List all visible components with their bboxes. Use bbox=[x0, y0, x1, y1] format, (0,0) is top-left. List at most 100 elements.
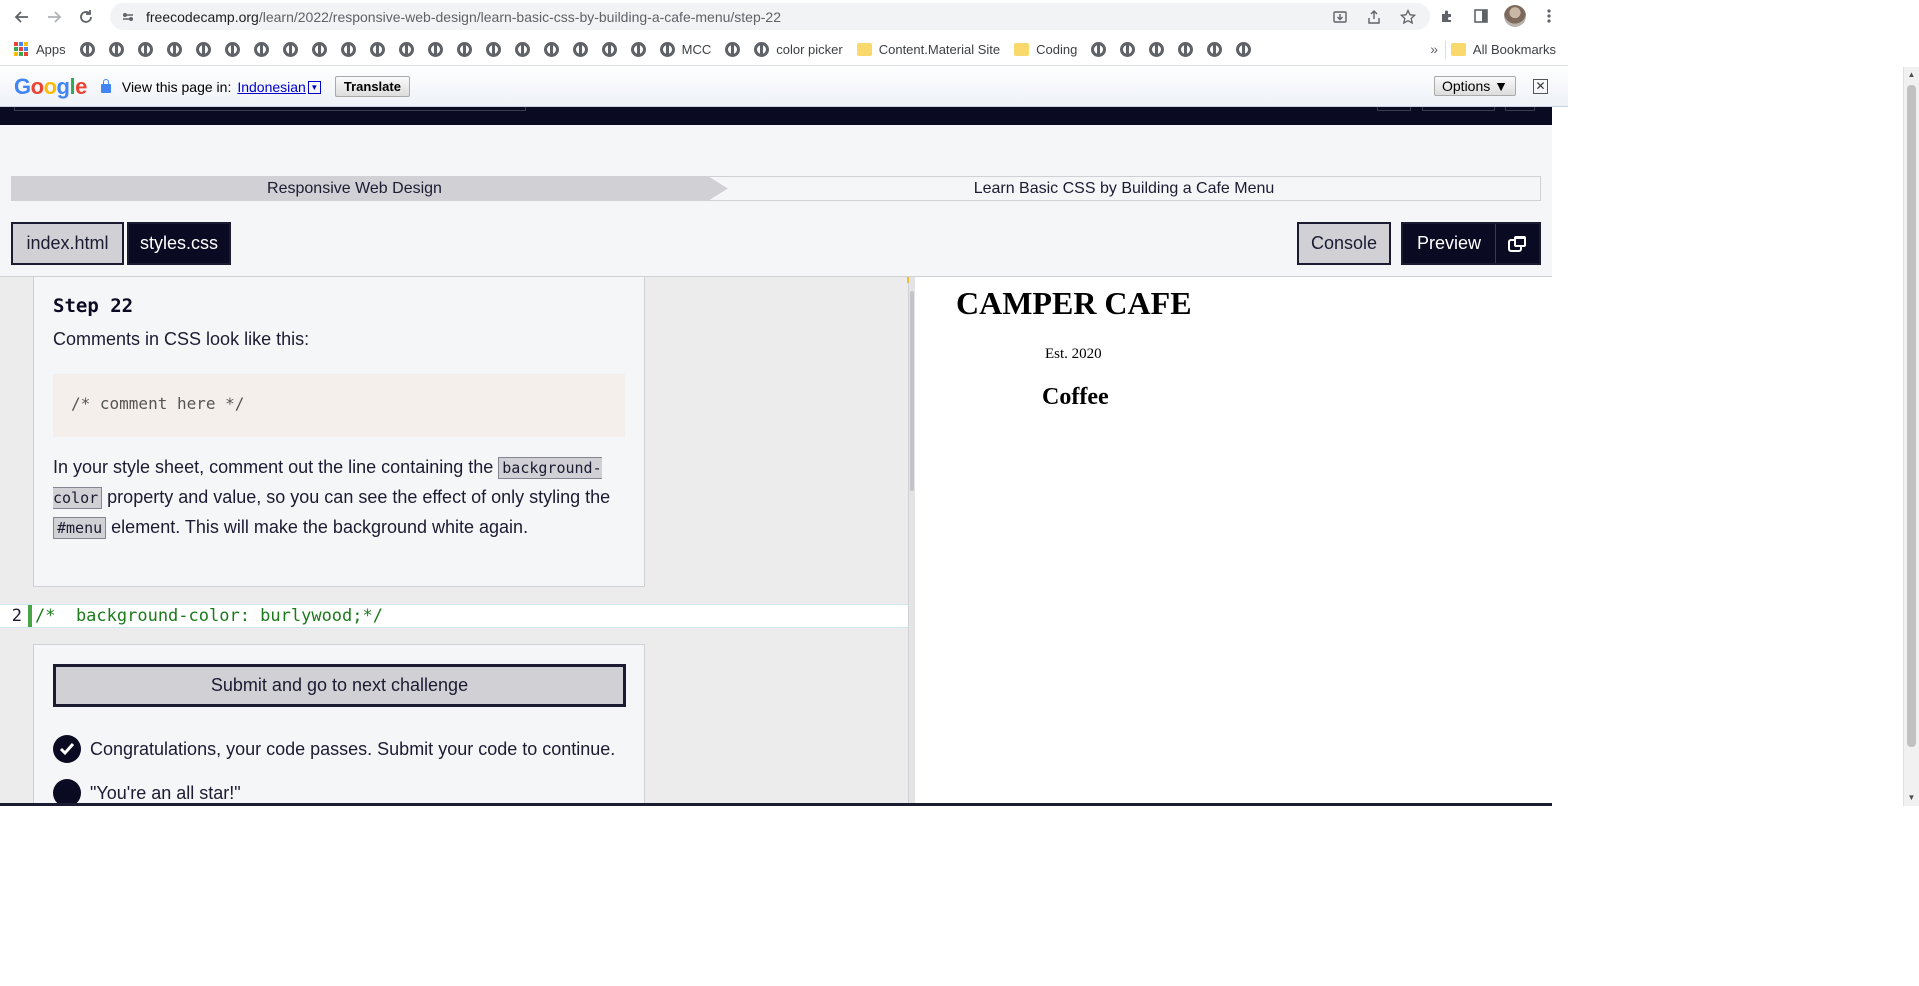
bookmark-item[interactable] bbox=[340, 41, 356, 57]
globe-icon bbox=[659, 41, 675, 57]
site-info-icon[interactable] bbox=[120, 9, 136, 25]
bookmark-item[interactable] bbox=[1207, 41, 1223, 57]
bookmark-item[interactable] bbox=[195, 41, 211, 57]
bookmark-item[interactable] bbox=[725, 41, 741, 57]
translate-options-button[interactable]: Options ▼ bbox=[1434, 76, 1516, 96]
code-editor-line[interactable]: 2 /* background-color: burlywood;*/ bbox=[0, 604, 908, 628]
bookmark-item[interactable] bbox=[311, 41, 327, 57]
bookmark-star-icon[interactable] bbox=[1398, 7, 1418, 27]
bookmark-item[interactable] bbox=[601, 41, 617, 57]
bookmark-item[interactable] bbox=[369, 41, 385, 57]
bookmark-item[interactable] bbox=[630, 41, 646, 57]
bookmark-item[interactable] bbox=[1091, 41, 1107, 57]
apps-grid-icon bbox=[14, 42, 28, 56]
bookmark-item[interactable] bbox=[456, 41, 472, 57]
bookmark-content-material-label: Content.Material Site bbox=[878, 41, 1001, 57]
bookmark-item[interactable] bbox=[1149, 41, 1165, 57]
bookmark-item[interactable] bbox=[282, 41, 298, 57]
quote-message: "You're an all star!" bbox=[53, 779, 625, 806]
bookmark-item[interactable] bbox=[572, 41, 588, 57]
tab-index-html[interactable]: index.html bbox=[11, 222, 124, 265]
nav-button-stub bbox=[1377, 107, 1411, 111]
challenge-instructions: Step 22 Comments in CSS look like this: … bbox=[33, 277, 645, 587]
translate-button[interactable]: Translate bbox=[334, 76, 410, 97]
bookmark-mcc[interactable]: MCC bbox=[659, 41, 711, 57]
bookmark-item[interactable] bbox=[543, 41, 559, 57]
instructions-text: element. This will make the background w… bbox=[111, 517, 529, 537]
breadcrumb-block[interactable]: Learn Basic CSS by Building a Cafe Menu bbox=[708, 176, 1541, 201]
preview-title: CAMPER CAFE bbox=[956, 285, 1192, 321]
bookmark-item[interactable] bbox=[1236, 41, 1252, 57]
bookmark-coding[interactable]: Coding bbox=[1014, 42, 1077, 57]
globe-icon bbox=[1207, 41, 1223, 57]
share-icon[interactable] bbox=[1364, 7, 1384, 27]
pass-message: Congratulations, your code passes. Submi… bbox=[53, 735, 625, 763]
back-button[interactable] bbox=[6, 1, 38, 33]
bookmark-item[interactable] bbox=[79, 41, 95, 57]
preview-established: Est. 2020 bbox=[1045, 346, 1102, 362]
url-host: freecodecamp.org bbox=[146, 8, 259, 25]
tab-index-label: index.html bbox=[26, 233, 109, 253]
globe-icon bbox=[224, 41, 240, 57]
globe-icon bbox=[543, 41, 559, 57]
globe-icon bbox=[754, 41, 770, 57]
globe-icon bbox=[1120, 41, 1136, 57]
url-text: freecodecamp.org/learn/2022/responsive-w… bbox=[146, 9, 781, 25]
globe-icon bbox=[1236, 41, 1252, 57]
breadcrumb: Responsive Web Design Learn Basic CSS by… bbox=[11, 176, 1541, 201]
popout-preview-icon[interactable] bbox=[1495, 224, 1539, 263]
inline-code: #menu bbox=[53, 517, 107, 539]
bookmark-apps[interactable]: Apps bbox=[14, 42, 66, 57]
scroll-up-arrow-icon[interactable]: ▲ bbox=[1907, 70, 1916, 80]
breadcrumb-block-label: Learn Basic CSS by Building a Cafe Menu bbox=[973, 179, 1275, 197]
bookmark-item[interactable] bbox=[485, 41, 501, 57]
profile-avatar[interactable] bbox=[1504, 5, 1526, 27]
more-bookmarks-button[interactable]: » bbox=[1430, 41, 1438, 57]
menu-kebab-icon[interactable] bbox=[1538, 3, 1560, 29]
bookmark-item[interactable] bbox=[166, 41, 182, 57]
scroll-down-arrow-icon[interactable]: ▼ bbox=[1907, 793, 1916, 803]
install-app-icon[interactable] bbox=[1330, 7, 1350, 27]
globe-icon bbox=[253, 41, 269, 57]
bookmark-item[interactable] bbox=[137, 41, 153, 57]
bookmark-item[interactable] bbox=[398, 41, 414, 57]
reload-button[interactable] bbox=[70, 1, 102, 33]
bookmark-item[interactable] bbox=[253, 41, 269, 57]
bookmark-item[interactable] bbox=[514, 41, 530, 57]
editor-scroll-thumb[interactable] bbox=[910, 291, 914, 491]
all-bookmarks-button[interactable]: All Bookmarks bbox=[1450, 33, 1556, 66]
bookmark-item[interactable] bbox=[1178, 41, 1194, 57]
reload-icon bbox=[80, 9, 92, 23]
globe-icon bbox=[601, 41, 617, 57]
bookmark-item[interactable] bbox=[427, 41, 443, 57]
globe-icon bbox=[79, 41, 95, 57]
google-translate-bar: Google View this page in: Indonesian ▼ Tr… bbox=[0, 67, 1568, 107]
challenge-page: Responsive Web Design Learn Basic CSS by… bbox=[0, 125, 1552, 806]
breadcrumb-superblock-label: Responsive Web Design bbox=[267, 179, 442, 197]
bookmark-item[interactable] bbox=[1120, 41, 1136, 57]
globe-icon bbox=[427, 41, 443, 57]
close-icon[interactable]: ✕ bbox=[1533, 79, 1548, 94]
page-scrollbar[interactable]: ▲ ▼ bbox=[1903, 67, 1919, 806]
lock-icon bbox=[100, 79, 111, 93]
extensions-icon[interactable] bbox=[1436, 3, 1458, 29]
tab-styles-css[interactable]: styles.css bbox=[127, 222, 231, 265]
forward-button[interactable] bbox=[38, 1, 70, 33]
bookmark-item[interactable] bbox=[108, 41, 124, 57]
pane-splitter[interactable] bbox=[907, 277, 915, 806]
globe-icon bbox=[485, 41, 501, 57]
bookmark-item[interactable] bbox=[224, 41, 240, 57]
preview-button[interactable]: Preview bbox=[1401, 222, 1541, 265]
bookmark-content-material[interactable]: Content.Material Site bbox=[856, 41, 1001, 57]
address-bar[interactable]: freecodecamp.org/learn/2022/responsive-w… bbox=[110, 3, 1430, 30]
side-panel-icon[interactable] bbox=[1470, 3, 1492, 29]
language-select[interactable]: Indonesian ▼ bbox=[237, 79, 321, 95]
nav-button-stub bbox=[1422, 107, 1495, 111]
scrollbar-thumb[interactable] bbox=[1907, 85, 1916, 747]
code-text[interactable]: /* background-color: burlywood;*/ bbox=[35, 606, 383, 626]
console-button[interactable]: Console bbox=[1297, 222, 1391, 265]
bookmark-color-picker[interactable]: color picker bbox=[754, 41, 843, 57]
submit-button-label: Submit and go to next challenge bbox=[210, 675, 469, 695]
breadcrumb-superblock[interactable]: Responsive Web Design bbox=[11, 176, 728, 201]
submit-button[interactable]: Submit and go to next challenge bbox=[53, 664, 626, 707]
